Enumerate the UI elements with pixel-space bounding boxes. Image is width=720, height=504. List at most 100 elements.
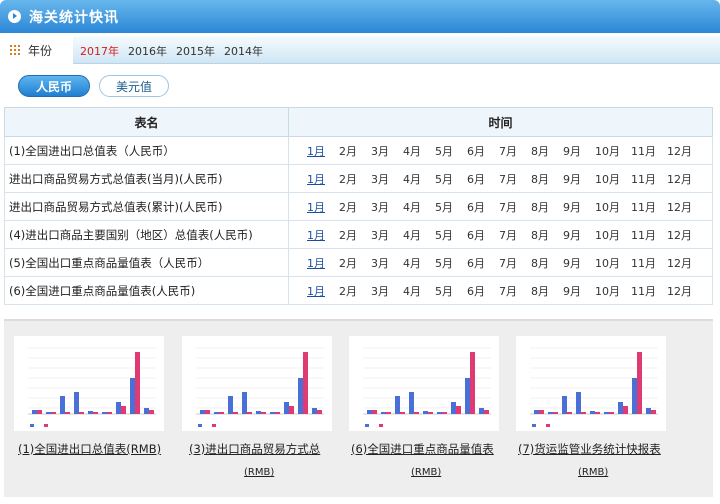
month-link-2[interactable]: 2月 xyxy=(339,255,371,271)
month-link-11[interactable]: 11月 xyxy=(631,283,667,299)
month-link-2[interactable]: 2月 xyxy=(339,171,371,187)
month-link-3[interactable]: 3月 xyxy=(371,171,403,187)
month-link-1[interactable]: 1月 xyxy=(307,199,339,215)
month-link-6[interactable]: 6月 xyxy=(467,283,499,299)
report-name: 进出口商品贸易方式总值表(当月)(人民币) xyxy=(4,164,289,193)
thumbnail-chart-image xyxy=(530,347,658,427)
month-link-9[interactable]: 9月 xyxy=(563,199,595,215)
thumbnail-caption[interactable]: (7)货运监管业务统计快报表 xyxy=(518,441,661,457)
month-link-1[interactable]: 1月 xyxy=(307,283,339,299)
month-links: 1月 2月 3月 4月 5月 6月 7月 8月 9月 10月 11月 12月 xyxy=(288,276,713,305)
month-link-11[interactable]: 11月 xyxy=(631,143,667,159)
usd-tab[interactable]: 美元值 xyxy=(99,75,169,97)
month-link-10[interactable]: 10月 xyxy=(595,143,631,159)
month-link-8[interactable]: 8月 xyxy=(531,199,563,215)
table-row: (4)进出口商品主要国别（地区）总值表(人民币) 1月 2月 3月 4月 5月 6月 7月 8月… xyxy=(4,220,713,249)
month-link-3[interactable]: 3月 xyxy=(371,199,403,215)
year-filter-bar: 年份 2017年 2016年 2015年 2014年 xyxy=(0,36,720,64)
thumbnail-caption-sub[interactable]: (RMB) xyxy=(578,467,608,478)
month-link-8[interactable]: 8月 xyxy=(531,283,563,299)
month-link-5[interactable]: 5月 xyxy=(435,171,467,187)
month-link-7[interactable]: 7月 xyxy=(499,199,531,215)
month-link-5[interactable]: 5月 xyxy=(435,143,467,159)
month-link-3[interactable]: 3月 xyxy=(371,227,403,243)
month-links: 1月 2月 3月 4月 5月 6月 7月 8月 9月 10月 11月 12月 xyxy=(288,248,713,277)
month-link-6[interactable]: 6月 xyxy=(467,199,499,215)
month-link-4[interactable]: 4月 xyxy=(403,283,435,299)
chart-thumbnail[interactable] xyxy=(14,336,164,431)
month-link-5[interactable]: 5月 xyxy=(435,227,467,243)
year-link-2015[interactable]: 2015年 xyxy=(176,43,215,59)
rmb-tab[interactable]: 人民币 xyxy=(18,75,90,97)
report-name: 进出口商品贸易方式总值表(累计)(人民币) xyxy=(4,192,289,221)
month-link-11[interactable]: 11月 xyxy=(631,255,667,271)
thumbnail-caption-sub[interactable]: (RMB) xyxy=(411,467,441,478)
month-link-11[interactable]: 11月 xyxy=(631,227,667,243)
column-header-name: 表名 xyxy=(4,107,289,137)
month-link-2[interactable]: 2月 xyxy=(339,283,371,299)
month-link-6[interactable]: 6月 xyxy=(467,227,499,243)
month-link-12[interactable]: 12月 xyxy=(667,227,703,243)
month-link-5[interactable]: 5月 xyxy=(435,199,467,215)
month-link-7[interactable]: 7月 xyxy=(499,255,531,271)
month-link-4[interactable]: 4月 xyxy=(403,227,435,243)
month-link-9[interactable]: 9月 xyxy=(563,171,595,187)
month-link-5[interactable]: 5月 xyxy=(435,255,467,271)
thumbnail-chart-image xyxy=(363,347,491,427)
thumbnail-caption-sub[interactable]: (RMB) xyxy=(244,467,274,478)
month-link-7[interactable]: 7月 xyxy=(499,227,531,243)
month-link-1[interactable]: 1月 xyxy=(307,143,339,159)
year-link-2017[interactable]: 2017年 xyxy=(80,43,119,59)
month-link-8[interactable]: 8月 xyxy=(531,255,563,271)
month-link-4[interactable]: 4月 xyxy=(403,255,435,271)
month-link-5[interactable]: 5月 xyxy=(435,283,467,299)
month-link-2[interactable]: 2月 xyxy=(339,227,371,243)
month-link-10[interactable]: 10月 xyxy=(595,227,631,243)
month-link-4[interactable]: 4月 xyxy=(403,171,435,187)
month-link-4[interactable]: 4月 xyxy=(403,199,435,215)
month-link-7[interactable]: 7月 xyxy=(499,143,531,159)
month-link-1[interactable]: 1月 xyxy=(307,227,339,243)
thumbnail-caption[interactable]: (3)进出口商品贸易方式总 xyxy=(189,441,320,457)
month-link-3[interactable]: 3月 xyxy=(371,255,403,271)
year-link-2016[interactable]: 2016年 xyxy=(128,43,167,59)
thumbnail-caption[interactable]: (1)全国进出口总值表(RMB) xyxy=(18,441,161,457)
month-link-2[interactable]: 2月 xyxy=(339,143,371,159)
month-link-9[interactable]: 9月 xyxy=(563,227,595,243)
month-link-7[interactable]: 7月 xyxy=(499,171,531,187)
month-link-4[interactable]: 4月 xyxy=(403,143,435,159)
month-link-9[interactable]: 9月 xyxy=(563,255,595,271)
month-link-12[interactable]: 12月 xyxy=(667,171,703,187)
month-link-9[interactable]: 9月 xyxy=(563,143,595,159)
month-link-1[interactable]: 1月 xyxy=(307,255,339,271)
month-link-8[interactable]: 8月 xyxy=(531,171,563,187)
month-link-7[interactable]: 7月 xyxy=(499,283,531,299)
month-link-12[interactable]: 12月 xyxy=(667,143,703,159)
month-link-6[interactable]: 6月 xyxy=(467,171,499,187)
month-link-3[interactable]: 3月 xyxy=(371,143,403,159)
month-link-8[interactable]: 8月 xyxy=(531,143,563,159)
chart-thumbnail[interactable] xyxy=(516,336,666,431)
month-link-6[interactable]: 6月 xyxy=(467,143,499,159)
month-link-11[interactable]: 11月 xyxy=(631,199,667,215)
year-link-2014[interactable]: 2014年 xyxy=(224,43,263,59)
month-link-10[interactable]: 10月 xyxy=(595,283,631,299)
chart-thumbnail[interactable] xyxy=(182,336,332,431)
month-link-10[interactable]: 10月 xyxy=(595,171,631,187)
month-link-12[interactable]: 12月 xyxy=(667,199,703,215)
month-link-6[interactable]: 6月 xyxy=(467,255,499,271)
month-link-11[interactable]: 11月 xyxy=(631,171,667,187)
month-link-8[interactable]: 8月 xyxy=(531,227,563,243)
month-link-1[interactable]: 1月 xyxy=(307,171,339,187)
month-link-10[interactable]: 10月 xyxy=(595,199,631,215)
month-link-9[interactable]: 9月 xyxy=(563,283,595,299)
chart-thumbnail-strip: (1)全国进出口总值表(RMB) (3)进出口商品贸易方式总 (RMB) (6)全国进… xyxy=(4,319,713,497)
thumbnail-caption[interactable]: (6)全国进口重点商品量值表 xyxy=(351,441,494,457)
chart-thumbnail[interactable] xyxy=(349,336,499,431)
month-link-12[interactable]: 12月 xyxy=(667,255,703,271)
month-link-10[interactable]: 10月 xyxy=(595,255,631,271)
month-link-3[interactable]: 3月 xyxy=(371,283,403,299)
play-circle-icon xyxy=(8,10,21,23)
month-link-12[interactable]: 12月 xyxy=(667,283,703,299)
month-link-2[interactable]: 2月 xyxy=(339,199,371,215)
